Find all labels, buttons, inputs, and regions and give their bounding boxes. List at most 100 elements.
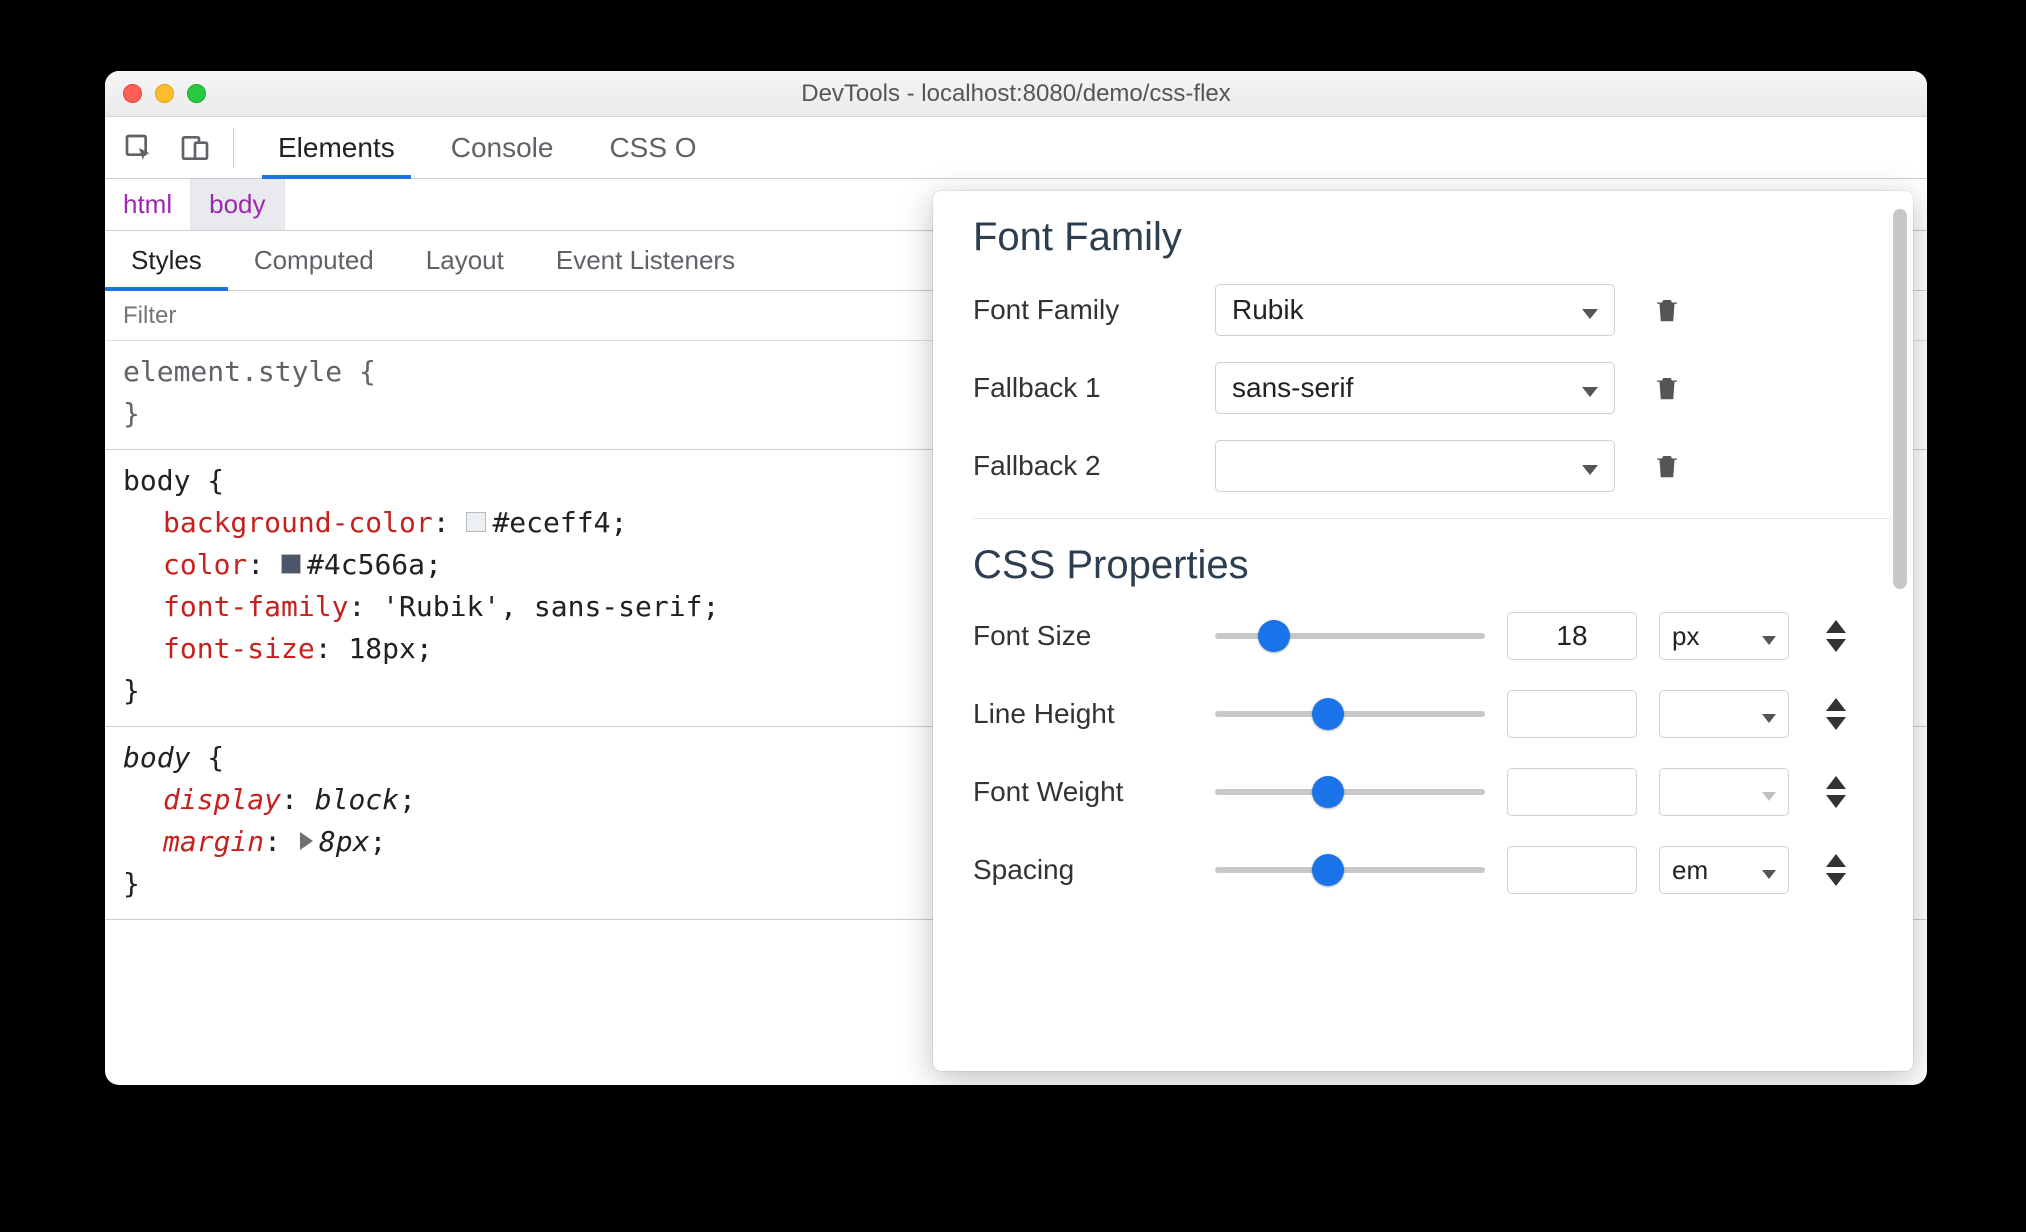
unit-select[interactable] <box>1659 768 1789 816</box>
devtools-window: DevTools - localhost:8080/demo/css-flex … <box>105 71 1927 1085</box>
slider[interactable] <box>1215 696 1485 732</box>
subtab-layout[interactable]: Layout <box>400 231 530 290</box>
subtab-label: Event Listeners <box>556 245 735 276</box>
tab-label: Elements <box>278 132 395 164</box>
tab-css[interactable]: CSS O <box>581 117 724 178</box>
value-input[interactable] <box>1507 846 1637 894</box>
step-down-icon[interactable] <box>1826 873 1846 886</box>
stepper[interactable] <box>1811 776 1861 808</box>
field-label: Font Family <box>973 294 1193 326</box>
color-swatch-icon[interactable] <box>281 554 301 574</box>
chevron-down-icon <box>1582 294 1598 326</box>
expand-shorthand-icon[interactable] <box>300 832 313 850</box>
unit-select[interactable] <box>1659 690 1789 738</box>
delete-button[interactable] <box>1637 440 1697 492</box>
step-up-icon[interactable] <box>1826 776 1846 789</box>
crumb-html[interactable]: html <box>105 179 191 230</box>
tab-console[interactable]: Console <box>423 117 582 178</box>
divider <box>973 518 1891 519</box>
field-font-family: Font Family Rubik <box>973 284 1891 336</box>
value-input[interactable]: 18 <box>1507 612 1637 660</box>
inspect-icon[interactable] <box>117 126 161 170</box>
scrollbar[interactable] <box>1893 209 1907 589</box>
heading-font-family: Font Family <box>973 215 1891 260</box>
combo-value: sans-serif <box>1232 372 1353 404</box>
heading-css-properties: CSS Properties <box>973 543 1891 588</box>
stepper[interactable] <box>1811 698 1861 730</box>
chevron-down-icon <box>1762 621 1776 652</box>
font-editor-panel: Font Family Font Family Rubik Fallback 1… <box>933 191 1913 1071</box>
crumb-body[interactable]: body <box>191 179 284 230</box>
crumb-label: body <box>209 189 265 220</box>
chevron-down-icon <box>1582 450 1598 482</box>
value-input[interactable] <box>1507 768 1637 816</box>
prop-value: 'Rubik', sans-serif <box>382 590 702 623</box>
subtab-label: Layout <box>426 245 504 276</box>
delete-button[interactable] <box>1637 284 1697 336</box>
subtab-computed[interactable]: Computed <box>228 231 400 290</box>
selector-text: body <box>123 741 190 774</box>
field-fallback-2: Fallback 2 <box>973 440 1891 492</box>
subtab-event-listeners[interactable]: Event Listeners <box>530 231 761 290</box>
prop-value: block <box>315 783 399 816</box>
unit-select[interactable]: em <box>1659 846 1789 894</box>
chevron-down-icon <box>1582 372 1598 404</box>
subtab-label: Computed <box>254 245 374 276</box>
window-title: DevTools - localhost:8080/demo/css-flex <box>105 80 1927 108</box>
prop-label: Font Size <box>973 620 1193 652</box>
step-up-icon[interactable] <box>1826 854 1846 867</box>
slider[interactable] <box>1215 852 1485 888</box>
prop-value: #eceff4 <box>492 506 610 539</box>
chevron-down-icon <box>1762 777 1776 808</box>
device-toggle-icon[interactable] <box>173 126 217 170</box>
combo-value: Rubik <box>1232 294 1304 326</box>
prop-name: color <box>163 548 247 581</box>
tab-elements[interactable]: Elements <box>250 117 423 178</box>
prop-label: Font Weight <box>973 776 1193 808</box>
close-brace: } <box>123 867 140 900</box>
main-toolbar: Elements Console CSS O <box>105 117 1927 179</box>
prop-name: margin <box>163 825 264 858</box>
selector-text: element.style { <box>123 355 376 388</box>
field-label: Fallback 2 <box>973 450 1193 482</box>
tab-label: CSS O <box>609 132 696 164</box>
stepper[interactable] <box>1811 620 1861 652</box>
prop-value: #4c566a <box>307 548 425 581</box>
fallback2-select[interactable] <box>1215 440 1615 492</box>
close-brace: } <box>123 674 140 707</box>
crumb-label: html <box>123 189 172 220</box>
chevron-down-icon <box>1762 855 1776 886</box>
prop-name: font-size <box>163 632 315 665</box>
selector-text: body <box>123 464 190 497</box>
close-brace: } <box>123 397 140 430</box>
slider[interactable] <box>1215 774 1485 810</box>
slider[interactable] <box>1215 618 1485 654</box>
fallback1-select[interactable]: sans-serif <box>1215 362 1615 414</box>
prop-name: background-color <box>163 506 433 539</box>
css-props-grid: Font Size 18 px Line Height Font Weight Spaci… <box>973 612 1891 894</box>
tab-label: Console <box>451 132 554 164</box>
color-swatch-icon[interactable] <box>466 512 486 532</box>
delete-button[interactable] <box>1637 362 1697 414</box>
prop-value: 18px <box>348 632 415 665</box>
font-family-select[interactable]: Rubik <box>1215 284 1615 336</box>
step-up-icon[interactable] <box>1826 620 1846 633</box>
step-down-icon[interactable] <box>1826 639 1846 652</box>
unit-select[interactable]: px <box>1659 612 1789 660</box>
value-input[interactable] <box>1507 690 1637 738</box>
field-fallback-1: Fallback 1 sans-serif <box>973 362 1891 414</box>
field-label: Fallback 1 <box>973 372 1193 404</box>
titlebar: DevTools - localhost:8080/demo/css-flex <box>105 71 1927 117</box>
chevron-down-icon <box>1762 699 1776 730</box>
subtab-styles[interactable]: Styles <box>105 231 228 290</box>
subtab-label: Styles <box>131 245 202 276</box>
step-down-icon[interactable] <box>1826 717 1846 730</box>
step-up-icon[interactable] <box>1826 698 1846 711</box>
prop-label: Spacing <box>973 854 1193 886</box>
stepper[interactable] <box>1811 854 1861 886</box>
prop-value: 8px <box>319 825 370 858</box>
prop-label: Line Height <box>973 698 1193 730</box>
prop-name: display <box>163 783 281 816</box>
prop-name: font-family <box>163 590 348 623</box>
step-down-icon[interactable] <box>1826 795 1846 808</box>
